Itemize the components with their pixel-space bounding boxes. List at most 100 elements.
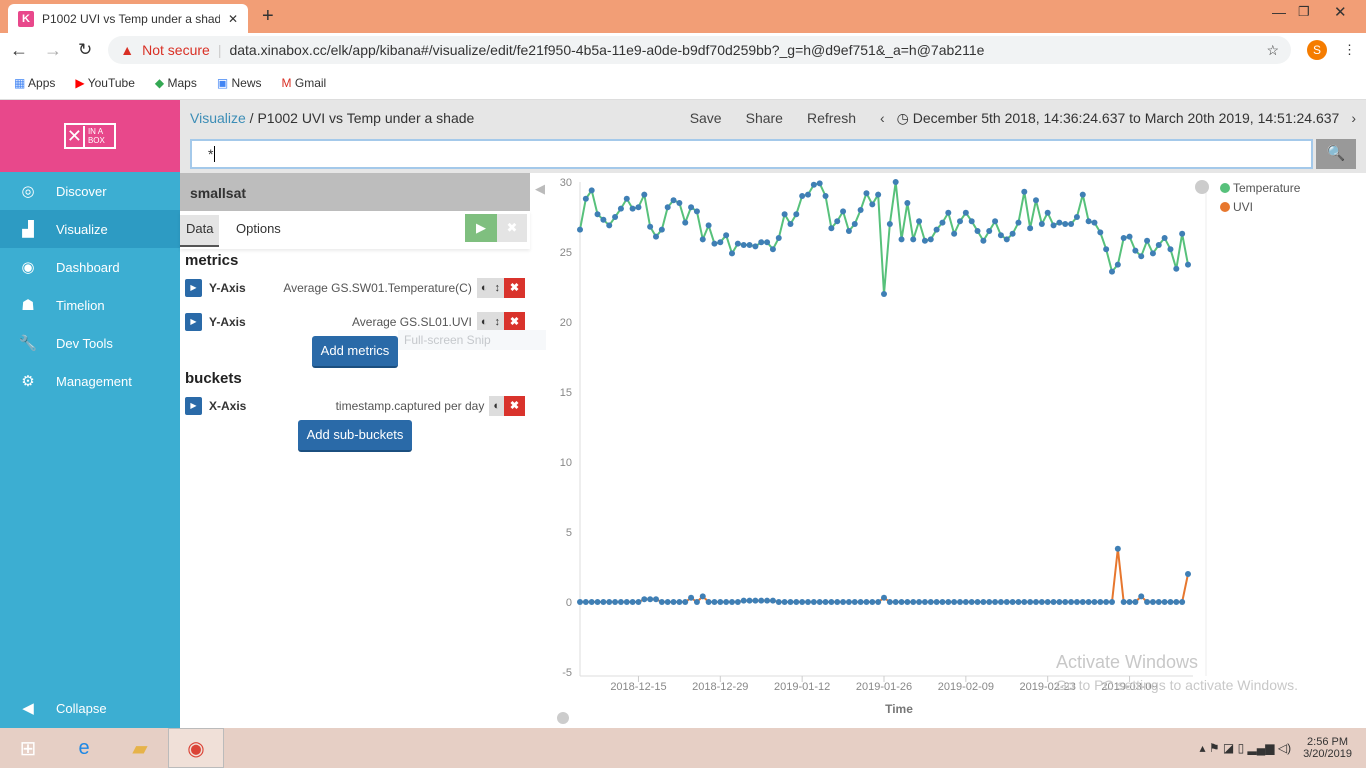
data-point xyxy=(945,209,952,216)
toggle-icon[interactable]: ◐ xyxy=(481,316,488,328)
sidebar-item-dashboard[interactable]: ◉ Dashboard xyxy=(0,248,180,286)
menu-icon[interactable]: ⋮ xyxy=(1343,42,1356,58)
expand-icon[interactable]: ▶ xyxy=(185,397,202,415)
data-point xyxy=(1103,246,1110,253)
data-point xyxy=(980,599,987,605)
clock[interactable]: 2:56 PM 3/20/2019 xyxy=(1303,736,1352,760)
data-point xyxy=(699,236,706,243)
url-field[interactable]: ▲ Not secure | data.xinabox.cc/elk/app/k… xyxy=(108,36,1291,64)
forward-icon[interactable]: → xyxy=(44,40,62,61)
data-point xyxy=(658,599,665,605)
legend-label: UVI xyxy=(1233,200,1253,214)
data-point xyxy=(845,228,852,234)
search-input[interactable]: * xyxy=(190,139,1313,169)
data-point xyxy=(764,239,771,246)
maximize-icon[interactable]: ❐ xyxy=(1298,4,1310,20)
share-button[interactable]: Share xyxy=(746,110,783,126)
warning-icon: ▲ xyxy=(120,42,135,58)
browser-tab[interactable]: K P1002 UVI vs Temp under a shad ✕ xyxy=(8,4,248,33)
data-point xyxy=(1167,246,1174,253)
remove-button[interactable]: ✖ xyxy=(504,278,525,298)
data-point xyxy=(980,237,987,244)
refresh-button[interactable]: Refresh xyxy=(807,110,856,126)
tab-options[interactable]: Options xyxy=(230,215,287,247)
sidebar-item-timelion[interactable]: ☗ Timelion xyxy=(0,286,180,324)
expand-icon[interactable]: ▶ xyxy=(185,279,202,297)
chrome-icon[interactable]: ◉ xyxy=(168,728,224,768)
tray-icons[interactable]: ▴ ⚑ ◪ ▯ ▂▄▆ ◁) xyxy=(1199,741,1291,755)
avatar[interactable]: S xyxy=(1307,40,1327,60)
bookmark-news[interactable]: ▣ News xyxy=(217,76,262,90)
tab-data[interactable]: Data xyxy=(180,215,220,247)
data-point xyxy=(986,228,993,234)
reorder-icon[interactable]: ↕ xyxy=(495,282,501,294)
data-point xyxy=(805,599,811,605)
discard-button[interactable]: ✖ xyxy=(497,214,527,242)
bar-chart-icon: ▟ xyxy=(22,221,34,238)
time-back-icon[interactable]: ‹ xyxy=(880,110,885,126)
data-point xyxy=(822,193,829,199)
close-window-icon[interactable]: ✕ xyxy=(1334,3,1347,21)
add-metrics-button[interactable]: Add metrics xyxy=(312,336,398,368)
back-icon[interactable]: ← xyxy=(10,40,28,61)
remove-button[interactable]: ✖ xyxy=(504,312,525,332)
data-point xyxy=(693,599,700,605)
reload-icon[interactable]: ↻ xyxy=(78,40,92,60)
data-point xyxy=(834,599,841,605)
data-point xyxy=(857,207,864,213)
collapse-button[interactable]: ◀ Collapse xyxy=(0,689,180,727)
data-point xyxy=(910,599,917,605)
time-forward-icon[interactable]: › xyxy=(1351,110,1356,126)
remove-button[interactable]: ✖ xyxy=(504,396,525,416)
minimize-icon[interactable]: — xyxy=(1272,4,1286,20)
bookmark-gmail[interactable]: M Gmail xyxy=(282,76,327,90)
data-point xyxy=(1073,214,1080,220)
search-button[interactable]: 🔍 xyxy=(1316,139,1356,169)
toggle-icon[interactable]: ◐ xyxy=(481,282,488,294)
xinabox-logo[interactable]: ✕ IN A BOX xyxy=(0,100,180,172)
data-point xyxy=(997,599,1004,605)
data-point xyxy=(898,236,905,243)
sidebar-item-discover[interactable]: ◎ Discover xyxy=(0,172,180,210)
data-point xyxy=(688,594,695,601)
gear-icon: ⚙ xyxy=(21,373,35,390)
data-point xyxy=(1109,268,1115,275)
time-picker[interactable]: ◷ December 5th 2018, 14:36:24.637 to Mar… xyxy=(897,110,1340,127)
data-point xyxy=(1003,236,1010,243)
data-point xyxy=(1009,230,1016,237)
breadcrumb-visualize[interactable]: Visualize xyxy=(190,110,246,126)
data-point xyxy=(1097,229,1104,236)
add-sub-buckets-button[interactable]: Add sub-buckets xyxy=(298,420,412,452)
data-point xyxy=(793,599,800,605)
toggle-icon[interactable]: ◐ xyxy=(493,400,500,412)
reorder-icon[interactable]: ↕ xyxy=(495,316,501,328)
data-point xyxy=(822,599,829,605)
apply-button[interactable]: ▶ xyxy=(465,214,497,242)
close-tab-icon[interactable]: ✕ xyxy=(228,12,238,26)
save-button[interactable]: Save xyxy=(690,110,722,126)
bookmark-youtube[interactable]: ▶ YouTube xyxy=(75,76,135,90)
data-point xyxy=(1126,233,1133,240)
bookmark-maps[interactable]: ◆ Maps xyxy=(155,76,197,90)
data-point xyxy=(1085,599,1092,605)
sidebar-item-visualize[interactable]: ▟ Visualize xyxy=(0,210,180,248)
file-explorer-icon[interactable]: ▰ xyxy=(112,728,168,768)
sidebar-item-dev-tools[interactable]: 🔧 Dev Tools xyxy=(0,324,180,362)
data-point xyxy=(1185,571,1191,577)
ie-icon[interactable]: e xyxy=(56,728,112,768)
y-tick-label: -5 xyxy=(562,667,572,679)
x-tick-label: 2018-12-29 xyxy=(692,681,748,693)
bookmarks-bar: ▦ Apps ▶ YouTube ◆ Maps ▣ News M Gmail xyxy=(0,67,1366,100)
new-tab-icon[interactable]: + xyxy=(262,5,274,28)
bookmark-apps[interactable]: ▦ Apps xyxy=(14,76,55,90)
data-point xyxy=(1132,599,1139,605)
start-button[interactable]: ⊞ xyxy=(0,728,56,768)
bucket-description: timestamp.captured per day xyxy=(335,399,485,413)
data-point xyxy=(1050,599,1057,605)
data-point xyxy=(962,599,969,605)
expand-icon[interactable]: ▶ xyxy=(185,313,202,331)
sidebar-item-management[interactable]: ⚙ Management xyxy=(0,362,180,400)
bookmark-star-icon[interactable]: ☆ xyxy=(1266,42,1279,59)
data-point xyxy=(1073,599,1080,605)
collapse-editor-icon[interactable]: ◀ xyxy=(535,181,545,197)
